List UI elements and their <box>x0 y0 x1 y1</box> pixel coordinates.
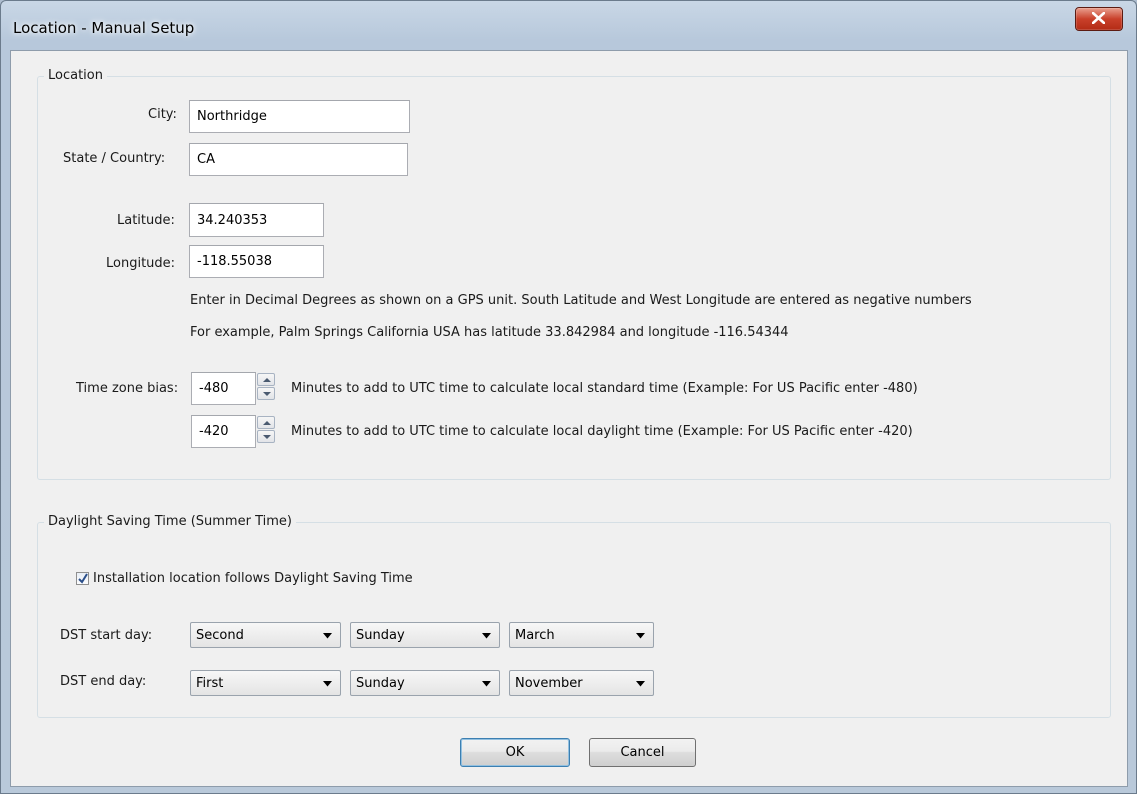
latitude-label: Latitude: <box>117 213 175 228</box>
dst-start-label: DST start day: <box>60 628 153 643</box>
tz-daylight-down-button[interactable] <box>257 430 275 443</box>
tz-standard-spinner[interactable] <box>257 373 275 401</box>
tz-daylight-input[interactable] <box>191 415 256 448</box>
dst-start-week-select[interactable]: Second <box>190 622 341 648</box>
tz-standard-up-button[interactable] <box>257 373 275 386</box>
dialog-content: Location City: State / Country: Latitude… <box>10 50 1128 787</box>
window-title: Location - Manual Setup <box>13 19 195 37</box>
dst-end-weekday-select[interactable]: Sunday <box>350 670 500 696</box>
dst-start-month-select[interactable]: March <box>509 622 654 648</box>
arrow-down-icon <box>263 392 271 396</box>
city-label: City: <box>148 107 177 122</box>
dst-end-month-value: November <box>515 676 583 691</box>
dst-end-week-select[interactable]: First <box>190 670 341 696</box>
ok-button[interactable]: OK <box>460 738 570 767</box>
hint-example: For example, Palm Springs California USA… <box>190 325 789 340</box>
state-country-input[interactable] <box>189 143 408 176</box>
chevron-down-icon <box>636 681 645 687</box>
dst-group-legend: Daylight Saving Time (Summer Time) <box>44 514 296 529</box>
chevron-down-icon <box>323 633 332 639</box>
longitude-input[interactable] <box>189 245 324 278</box>
dst-start-weekday-select[interactable]: Sunday <box>350 622 500 648</box>
tz-standard-description: Minutes to add to UTC time to calculate … <box>291 381 918 396</box>
dst-end-week-value: First <box>196 676 224 691</box>
follows-dst-checkbox[interactable] <box>76 572 89 585</box>
longitude-label: Longitude: <box>106 256 176 271</box>
arrow-down-icon <box>263 435 271 439</box>
location-group-legend: Location <box>44 68 107 83</box>
chevron-down-icon <box>323 681 332 687</box>
dialog-window: Location - Manual Setup Location City: S… <box>0 0 1137 794</box>
tz-daylight-description: Minutes to add to UTC time to calculate … <box>291 424 913 439</box>
dst-end-label: DST end day: <box>60 674 147 689</box>
time-zone-bias-label: Time zone bias: <box>76 381 179 396</box>
arrow-up-icon <box>263 421 271 425</box>
checkmark-icon <box>78 573 88 584</box>
dst-start-weekday-value: Sunday <box>356 628 405 643</box>
close-icon <box>1092 12 1105 24</box>
latitude-input[interactable] <box>189 203 324 237</box>
follows-dst-label[interactable]: Installation location follows Daylight S… <box>93 571 413 586</box>
title-bar[interactable]: Location - Manual Setup <box>1 1 1137 51</box>
chevron-down-icon <box>482 681 491 687</box>
chevron-down-icon <box>636 633 645 639</box>
close-button[interactable] <box>1075 7 1123 31</box>
dst-end-weekday-value: Sunday <box>356 676 405 691</box>
hint-decimal-degrees: Enter in Decimal Degrees as shown on a G… <box>190 293 972 308</box>
tz-standard-input[interactable] <box>191 372 256 405</box>
state-country-label: State / Country: <box>63 151 166 166</box>
chevron-down-icon <box>482 633 491 639</box>
tz-standard-down-button[interactable] <box>257 387 275 400</box>
arrow-up-icon <box>263 378 271 382</box>
tz-daylight-spinner[interactable] <box>257 416 275 444</box>
cancel-button[interactable]: Cancel <box>589 738 696 767</box>
dst-start-week-value: Second <box>196 628 244 643</box>
city-input[interactable] <box>189 100 410 133</box>
tz-daylight-up-button[interactable] <box>257 416 275 429</box>
dst-end-month-select[interactable]: November <box>509 670 654 696</box>
dst-start-month-value: March <box>515 628 555 643</box>
